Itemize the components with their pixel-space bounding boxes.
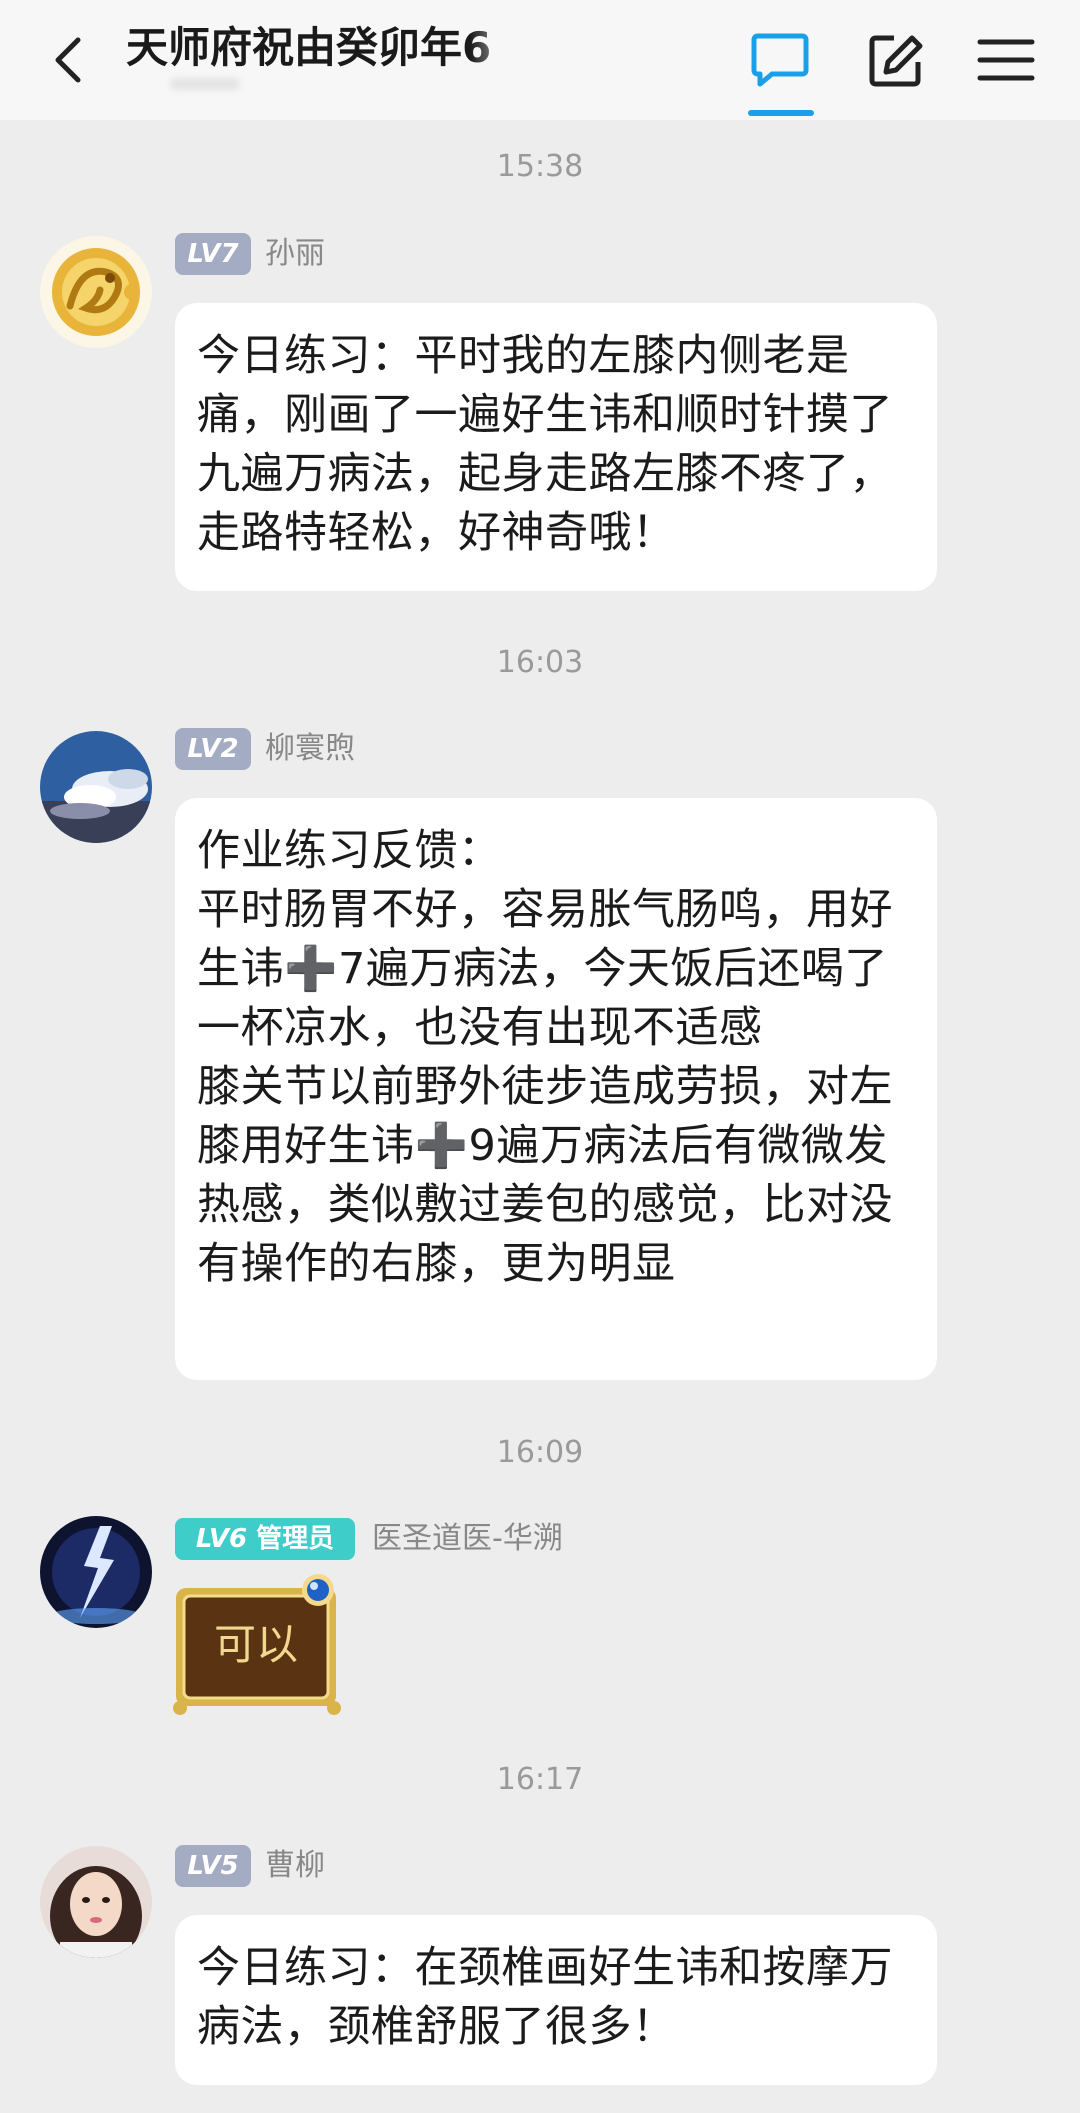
- avatar[interactable]: [40, 1516, 152, 1628]
- edit-icon: [869, 35, 923, 87]
- level-badge: LV5: [175, 1845, 251, 1887]
- sender-name[interactable]: 孙丽: [265, 233, 325, 275]
- golden-dragon-avatar: [40, 236, 152, 348]
- sender-name[interactable]: 曹柳: [265, 1845, 325, 1887]
- message-bubble[interactable]: 作业练习反馈： 平时肠胃不好，容易胀气肠鸣，用好生讳➕7遍万病法，今天饭后还喝了…: [175, 798, 937, 1380]
- avatar[interactable]: [40, 236, 152, 348]
- role-text: 管理员: [256, 1524, 335, 1554]
- sender-name[interactable]: 柳寰煦: [265, 728, 355, 770]
- chat-bubble-icon: [751, 33, 809, 87]
- tab-chat[interactable]: [748, 28, 812, 92]
- portrait-avatar: [40, 1846, 152, 1958]
- message-bubble[interactable]: 今日练习：在颈椎画好生讳和按摩万病法，颈椎舒服了很多！: [175, 1915, 937, 2085]
- chevron-left-icon: [55, 37, 81, 83]
- level-text: LV6: [195, 1524, 248, 1554]
- back-button[interactable]: [44, 30, 94, 90]
- level-badge: LV6 管理员: [175, 1518, 355, 1560]
- hamburger-menu-icon: [977, 39, 1035, 81]
- sender-name[interactable]: 医圣道医-华溯: [372, 1518, 563, 1560]
- level-badge: LV2: [175, 728, 251, 770]
- active-tab-indicator: [748, 110, 814, 116]
- avatar[interactable]: [40, 1846, 152, 1958]
- menu-button[interactable]: [974, 28, 1038, 92]
- avatar[interactable]: [40, 731, 152, 843]
- sticker-image[interactable]: 可以: [168, 1570, 348, 1720]
- subtitle: [170, 78, 240, 90]
- timestamp: 16:17: [496, 1762, 584, 1797]
- timestamp: 16:09: [496, 1435, 584, 1470]
- sticker-text: 可以: [213, 1620, 298, 1669]
- timestamp: 16:03: [496, 645, 584, 680]
- top-bar: 天师府祝由癸卯年6: [0, 0, 1080, 120]
- edit-button[interactable]: [864, 28, 928, 92]
- lightning-avatar: [40, 1516, 152, 1628]
- message-bubble[interactable]: 今日练习：平时我的左膝内侧老是痛，刚画了一遍好生讳和顺时针摸了九遍万病法，起身走…: [175, 303, 937, 591]
- level-badge: LV7: [175, 233, 251, 275]
- sky-clouds-avatar: [40, 731, 152, 843]
- timestamp: 15:38: [496, 149, 584, 184]
- title-fade: [470, 18, 540, 78]
